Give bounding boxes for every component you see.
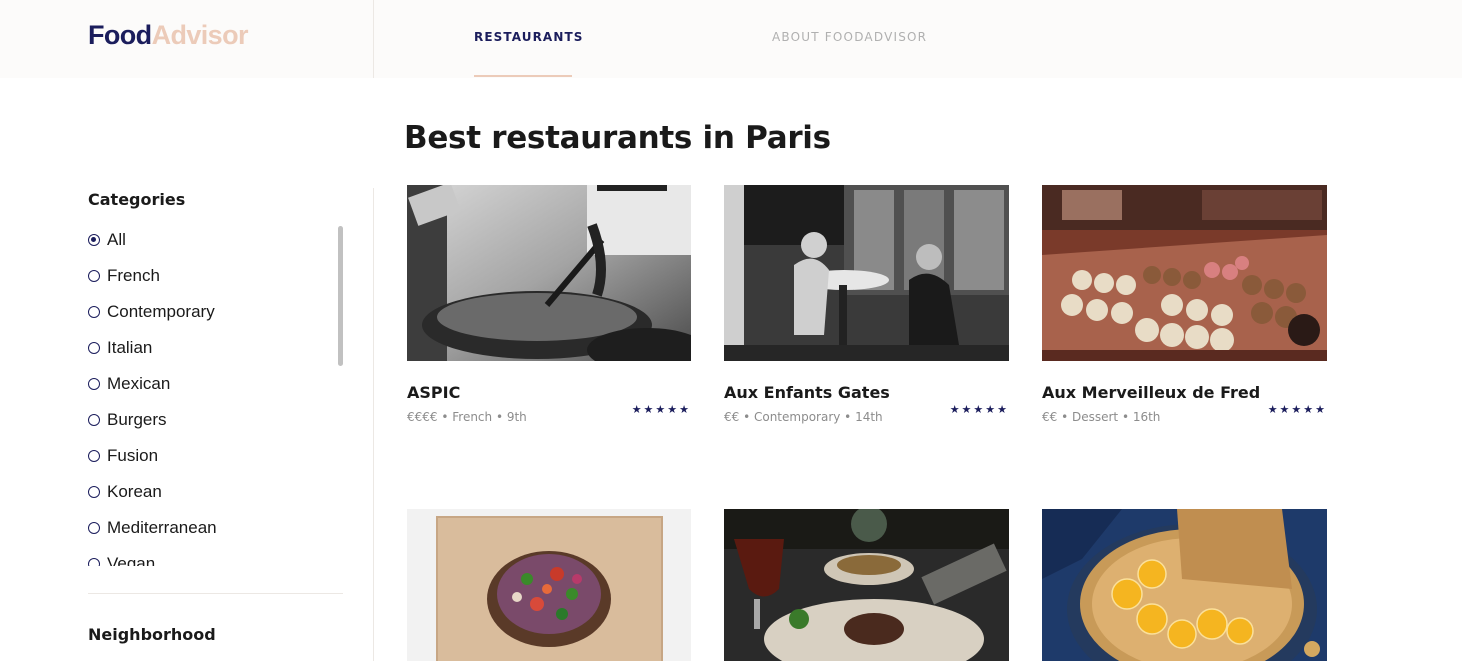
crepe-orange-photo[interactable]	[1042, 509, 1327, 661]
category-option-mexican[interactable]: Mexican	[88, 372, 170, 396]
radio-icon[interactable]	[88, 378, 100, 390]
radio-icon[interactable]	[88, 414, 100, 426]
category-option-french[interactable]: French	[88, 264, 160, 288]
neighborhood-heading: Neighborhood	[88, 625, 216, 644]
radio-icon[interactable]	[88, 270, 100, 282]
pastry-display-photo[interactable]	[1042, 185, 1327, 361]
nav-restaurants-link[interactable]: RESTAURANTS	[474, 29, 584, 45]
foodadvisor-logo[interactable]: FoodAdvisor	[88, 19, 249, 51]
category-option-korean[interactable]: Korean	[88, 480, 162, 504]
sidebar-divider	[373, 188, 374, 661]
sidebar-separator	[88, 593, 343, 594]
cafe-terrace-bw-photo[interactable]	[724, 185, 1009, 361]
nav-active-underline	[474, 75, 572, 77]
radio-icon[interactable]	[88, 342, 100, 354]
radio-icon[interactable]	[88, 558, 100, 566]
logo-food-text: Food	[88, 20, 152, 50]
header-divider	[373, 0, 374, 78]
restaurant-name[interactable]: Aux Enfants Gates	[724, 383, 890, 403]
category-label: Burgers	[107, 410, 167, 429]
category-option-burgers[interactable]: Burgers	[88, 408, 167, 432]
category-option-italian[interactable]: Italian	[88, 336, 152, 360]
category-label: Mediterranean	[107, 518, 217, 537]
logo-advisor-text: Advisor	[151, 20, 249, 50]
category-filter-list[interactable]: All French Contemporary Italian Mexican …	[88, 228, 328, 566]
category-label: Vegan	[107, 554, 156, 566]
categories-heading: Categories	[88, 190, 186, 209]
radio-icon[interactable]	[88, 522, 100, 534]
category-label: All	[107, 230, 126, 249]
rating-stars-icon: ★★★★★	[1267, 403, 1327, 416]
dessert-plate-photo[interactable]	[724, 509, 1009, 661]
nav-about-link[interactable]: ABOUT FOODADVISOR	[772, 29, 927, 45]
restaurant-meta: €€€€ • French • 9th	[407, 410, 527, 424]
category-label: Italian	[107, 338, 153, 357]
wok-cooking-photo[interactable]	[407, 185, 691, 361]
category-option-mediterranean[interactable]: Mediterranean	[88, 516, 217, 540]
category-label: Fusion	[107, 446, 159, 465]
rating-stars-icon: ★★★★★	[949, 403, 1009, 416]
category-label: Mexican	[107, 374, 171, 393]
radio-icon[interactable]	[88, 306, 100, 318]
category-option-contemporary[interactable]: Contemporary	[88, 300, 215, 324]
restaurant-meta: €€ • Contemporary • 14th	[724, 410, 883, 424]
category-option-fusion[interactable]: Fusion	[88, 444, 158, 468]
category-label: French	[107, 266, 160, 285]
restaurant-name[interactable]: ASPIC	[407, 383, 460, 403]
salad-bowl-photo[interactable]	[407, 509, 691, 661]
category-option-vegan[interactable]: Vegan	[88, 552, 155, 566]
radio-icon[interactable]	[88, 450, 100, 462]
radio-checked-icon[interactable]	[88, 234, 100, 246]
category-label: Contemporary	[107, 302, 215, 321]
restaurant-meta: €€ • Dessert • 16th	[1042, 410, 1161, 424]
restaurant-name[interactable]: Aux Merveilleux de Fred	[1042, 383, 1260, 403]
category-list-scrollbar[interactable]	[338, 226, 343, 366]
page-title: Best restaurants in Paris	[404, 120, 831, 156]
category-label: Korean	[107, 482, 162, 501]
rating-stars-icon: ★★★★★	[631, 403, 691, 416]
category-option-all[interactable]: All	[88, 228, 126, 252]
top-header: FoodAdvisor RESTAURANTS ABOUT FOODADVISO…	[0, 0, 1462, 78]
radio-icon[interactable]	[88, 486, 100, 498]
